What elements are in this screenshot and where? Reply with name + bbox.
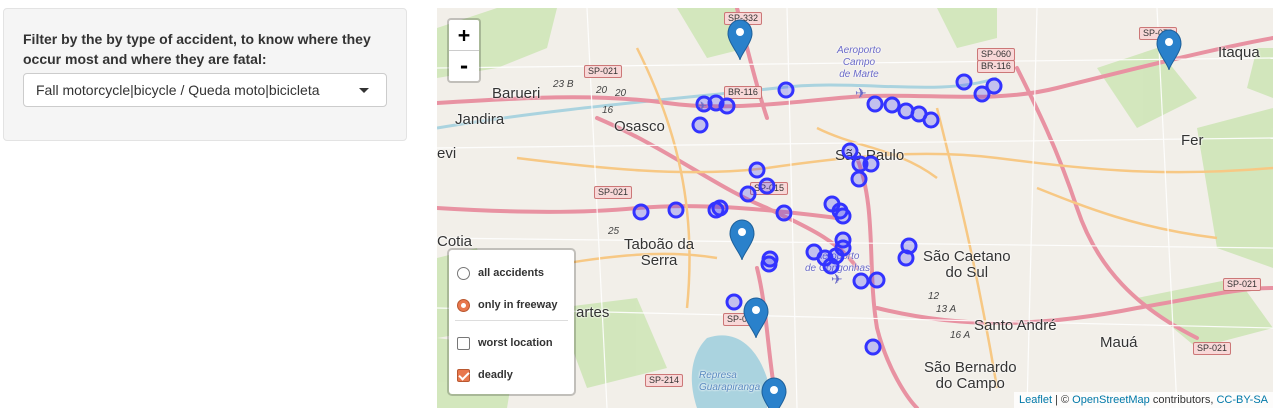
layer-option-only-freeway[interactable]: only in freeway xyxy=(457,296,557,314)
accident-circle xyxy=(985,77,1003,95)
map-attribution: Leaflet | © OpenStreetMap contributors, … xyxy=(1013,392,1273,408)
chevron-down-icon xyxy=(359,88,369,93)
map-pin-icon xyxy=(1156,29,1182,71)
osm-link[interactable]: OpenStreetMap xyxy=(1072,394,1150,406)
map-pin-icon xyxy=(743,297,769,339)
leaflet-link[interactable]: Leaflet xyxy=(1019,394,1052,406)
accident-circle xyxy=(850,170,868,188)
accident-circle xyxy=(711,199,729,217)
map-pin-icon xyxy=(727,19,753,61)
accident-circle xyxy=(758,177,776,195)
accident-type-selected: Fall motorcycle|bicycle / Queda moto|bic… xyxy=(36,82,320,98)
radio-only-freeway[interactable] xyxy=(457,298,470,312)
accident-type-select[interactable]: Fall motorcycle|bicycle / Queda moto|bic… xyxy=(23,73,387,107)
attribution-contributors: contributors, xyxy=(1149,394,1217,406)
accident-circle xyxy=(852,272,870,290)
layer-label-worst-location: worst location xyxy=(478,337,553,349)
layers-control: all accidents only in freeway worst loca… xyxy=(447,248,576,396)
layer-option-worst-location[interactable]: worst location xyxy=(457,334,553,352)
filter-panel: Filter by the by type of accident, to kn… xyxy=(3,8,407,141)
accident-circle xyxy=(725,293,743,311)
accident-circle xyxy=(868,271,886,289)
accident-circle xyxy=(739,185,757,203)
accident-circle xyxy=(718,97,736,115)
layer-option-all-accidents[interactable]: all accidents xyxy=(457,264,544,282)
accident-circle xyxy=(922,111,940,129)
checkbox-worst-location[interactable] xyxy=(457,336,470,350)
accident-circle xyxy=(748,161,766,179)
attribution-sep: | © xyxy=(1052,394,1073,406)
accident-circle xyxy=(667,201,685,219)
accident-circle xyxy=(866,95,884,113)
accident-circle xyxy=(777,81,795,99)
accident-circle xyxy=(883,96,901,114)
accident-circle xyxy=(760,255,778,273)
airport-icon: ✈ xyxy=(697,99,707,113)
accident-circle xyxy=(822,257,840,275)
accident-circle xyxy=(775,204,793,222)
airport-icon: ✈ xyxy=(855,86,867,102)
accident-circle xyxy=(834,207,852,225)
license-link[interactable]: CC-BY-SA xyxy=(1216,394,1268,406)
airport-icon: ✈ xyxy=(831,272,843,288)
zoom-out-button[interactable]: - xyxy=(449,50,479,81)
layer-label-all-accidents: all accidents xyxy=(478,267,545,279)
map-pin-icon xyxy=(761,377,787,408)
layer-option-deadly[interactable]: deadly xyxy=(457,366,513,384)
accident-circle xyxy=(862,155,880,173)
accident-circle xyxy=(691,116,709,134)
filter-label: Filter by the by type of accident, to kn… xyxy=(23,31,371,67)
layer-label-only-freeway: only in freeway xyxy=(478,299,558,311)
layers-separator xyxy=(455,320,568,321)
accident-circle xyxy=(632,203,650,221)
accident-circle xyxy=(897,249,915,267)
radio-all-accidents[interactable] xyxy=(457,266,470,280)
map-pin-icon xyxy=(729,219,755,261)
layer-label-deadly: deadly xyxy=(478,369,513,381)
accident-map[interactable]: Barueri Jandira Osasco São Paulo evi Tab… xyxy=(437,8,1273,408)
zoom-control: + - xyxy=(447,18,481,83)
accident-circle xyxy=(841,142,859,160)
checkbox-deadly[interactable] xyxy=(457,368,470,382)
accident-circle xyxy=(864,338,882,356)
zoom-in-button[interactable]: + xyxy=(449,20,479,50)
accident-circle xyxy=(955,73,973,91)
